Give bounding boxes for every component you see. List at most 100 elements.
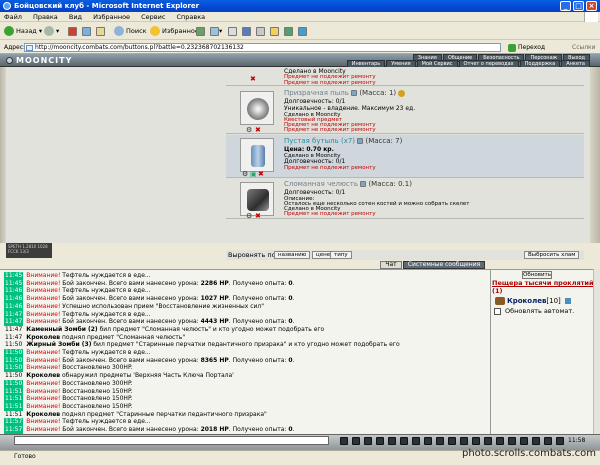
- refresh-button[interactable]: [82, 26, 91, 37]
- chat-timestamp[interactable]: 11:57: [4, 426, 24, 434]
- refresh-room-button[interactable]: Обновить: [522, 271, 552, 279]
- menu-tools[interactable]: Сервис: [141, 13, 165, 21]
- maximize-button[interactable]: □: [573, 1, 584, 11]
- links-label[interactable]: Ссылки: [572, 41, 596, 54]
- chat-text: Бой закончен. Всего вами нанесено урона:: [60, 426, 201, 433]
- delete-item-icon[interactable]: ✖: [255, 126, 261, 134]
- chat-warning-prefix: Внимание!: [26, 349, 61, 356]
- stop-button[interactable]: [68, 26, 77, 37]
- chat-actor[interactable]: Каменный Зомби (2): [26, 326, 97, 333]
- chat-tool-7-icon[interactable]: [412, 437, 420, 445]
- chat-actor[interactable]: Кроколев: [26, 334, 60, 341]
- chat-tool-18-icon[interactable]: [544, 437, 552, 445]
- use-item-icon[interactable]: ⚙: [246, 126, 252, 134]
- chat-value: 4443 HP: [200, 318, 229, 326]
- chat-tool-17-icon[interactable]: [532, 437, 540, 445]
- chat-tool-19-icon[interactable]: [556, 437, 564, 445]
- item-name[interactable]: Сломанная челюсть: [284, 180, 358, 188]
- tab-system-messages[interactable]: Системные сообщения: [403, 261, 485, 269]
- print-button[interactable]: [228, 26, 237, 37]
- chat-tool-4-icon[interactable]: [376, 437, 384, 445]
- close-window-button[interactable]: ×: [586, 1, 597, 11]
- info-icon[interactable]: [360, 181, 367, 187]
- auto-refresh-checkbox[interactable]: [494, 307, 501, 315]
- chat-tool-13-icon[interactable]: [484, 437, 492, 445]
- chat-actor[interactable]: Кроколев: [26, 372, 60, 379]
- chat-tool-15-icon[interactable]: [508, 437, 516, 445]
- address-input[interactable]: http://mooncity.combats.com/buttons.pl?b…: [24, 43, 501, 52]
- chat-tool-3-icon[interactable]: [364, 437, 372, 445]
- chat-tool-5-icon[interactable]: [388, 437, 396, 445]
- room-name[interactable]: Пещера тысячи проклятий: [492, 279, 598, 287]
- chat-text: Тефтель нуждается в еде...: [60, 418, 151, 426]
- use-item-icon[interactable]: ⚙: [246, 212, 252, 220]
- edit-button[interactable]: [242, 26, 251, 37]
- home-icon: [96, 26, 105, 36]
- go-button[interactable]: Переход: [508, 43, 545, 52]
- chat-warning-prefix: Внимание!: [26, 395, 61, 403]
- menu-edit[interactable]: Правка: [33, 13, 58, 21]
- chat-warning-prefix: Внимание!: [26, 310, 61, 318]
- tab-row: [0, 260, 600, 269]
- chat-tool-10-icon[interactable]: [448, 437, 456, 445]
- menu-favorites[interactable]: Избранное: [93, 13, 130, 21]
- item-image[interactable]: [240, 182, 274, 216]
- auto-refresh-option[interactable]: Обновлять автомат.: [494, 306, 574, 316]
- chat-tool-2-icon[interactable]: [352, 437, 360, 445]
- throw-junk-button[interactable]: Выбросить хлам: [524, 251, 580, 259]
- moon-icon: [6, 57, 13, 64]
- chat-warning-prefix: Внимание!: [26, 356, 61, 364]
- history-button[interactable]: [196, 26, 205, 37]
- menu-file[interactable]: Файл: [4, 13, 22, 21]
- mail-button[interactable]: ▾: [210, 26, 222, 37]
- inventory-item: ⚙ ✖ Сломанная челюсть (Масса: 0.1) Долго…: [226, 179, 584, 220]
- chat-tool-11-icon[interactable]: [460, 437, 468, 445]
- messenger-icon: [284, 26, 293, 36]
- chat-input[interactable]: [14, 436, 329, 445]
- item-image[interactable]: [240, 138, 274, 172]
- messenger-button[interactable]: [284, 26, 293, 37]
- sort-by-type-button[interactable]: типу: [330, 251, 352, 259]
- chat-tool-9-icon[interactable]: [436, 437, 444, 445]
- use-item-icon[interactable]: ⚙: [242, 170, 248, 178]
- chat-warning-prefix: Внимание!: [26, 364, 61, 372]
- discuss-button[interactable]: [256, 26, 265, 37]
- inventory-item: ⚙ ✖ Призрачная пыль (Масса: 1) Долговечн…: [226, 87, 584, 134]
- chat-tool-14-icon[interactable]: [496, 437, 504, 445]
- back-button[interactable]: Назад ▾: [4, 26, 42, 37]
- chat-value: 2286 HP: [200, 279, 229, 287]
- delete-item-icon[interactable]: ✖: [255, 212, 261, 220]
- sort-by-name-button[interactable]: названию: [274, 251, 311, 259]
- chat-tool-12-icon[interactable]: [472, 437, 480, 445]
- item-name[interactable]: Пустая бутыль: [284, 137, 339, 145]
- delete-item-icon[interactable]: ✖: [250, 75, 256, 83]
- favorites-button[interactable]: Избранное: [150, 26, 199, 37]
- item-image[interactable]: [240, 91, 274, 125]
- chat-tool-8-icon[interactable]: [424, 437, 432, 445]
- item-name[interactable]: Призрачная пыль: [284, 89, 349, 97]
- scrollbar[interactable]: [593, 269, 600, 434]
- forward-button[interactable]: ▾: [44, 26, 59, 37]
- info-icon[interactable]: [357, 138, 364, 144]
- stop-icon: [68, 26, 77, 36]
- player-entry[interactable]: Кроколев[10]: [495, 296, 572, 306]
- chat-tool-1-icon[interactable]: [340, 437, 348, 445]
- menu-help[interactable]: Справка: [177, 13, 206, 21]
- player-name[interactable]: Кроколев: [507, 297, 546, 305]
- chat-tool-6-icon[interactable]: [400, 437, 408, 445]
- delete-item-icon[interactable]: ✖: [258, 170, 264, 178]
- tab-chat[interactable]: Чат: [380, 261, 402, 269]
- minimize-button[interactable]: _: [560, 1, 571, 11]
- menu-view[interactable]: Вид: [69, 13, 82, 21]
- chat-actor[interactable]: Жирный Зомби (3): [26, 341, 91, 348]
- info-icon[interactable]: [565, 298, 572, 304]
- chat-tool-16-icon[interactable]: [520, 437, 528, 445]
- home-button[interactable]: [96, 26, 105, 37]
- search-button[interactable]: Поиск: [114, 26, 147, 37]
- globe-button[interactable]: [298, 26, 307, 37]
- chat-actor[interactable]: Кроколев: [26, 411, 60, 418]
- split-item-icon[interactable]: ▣: [250, 170, 257, 178]
- chat-text: Восстановлено 150HP.: [60, 395, 133, 403]
- folder-button[interactable]: [270, 26, 279, 37]
- info-icon[interactable]: [351, 90, 358, 96]
